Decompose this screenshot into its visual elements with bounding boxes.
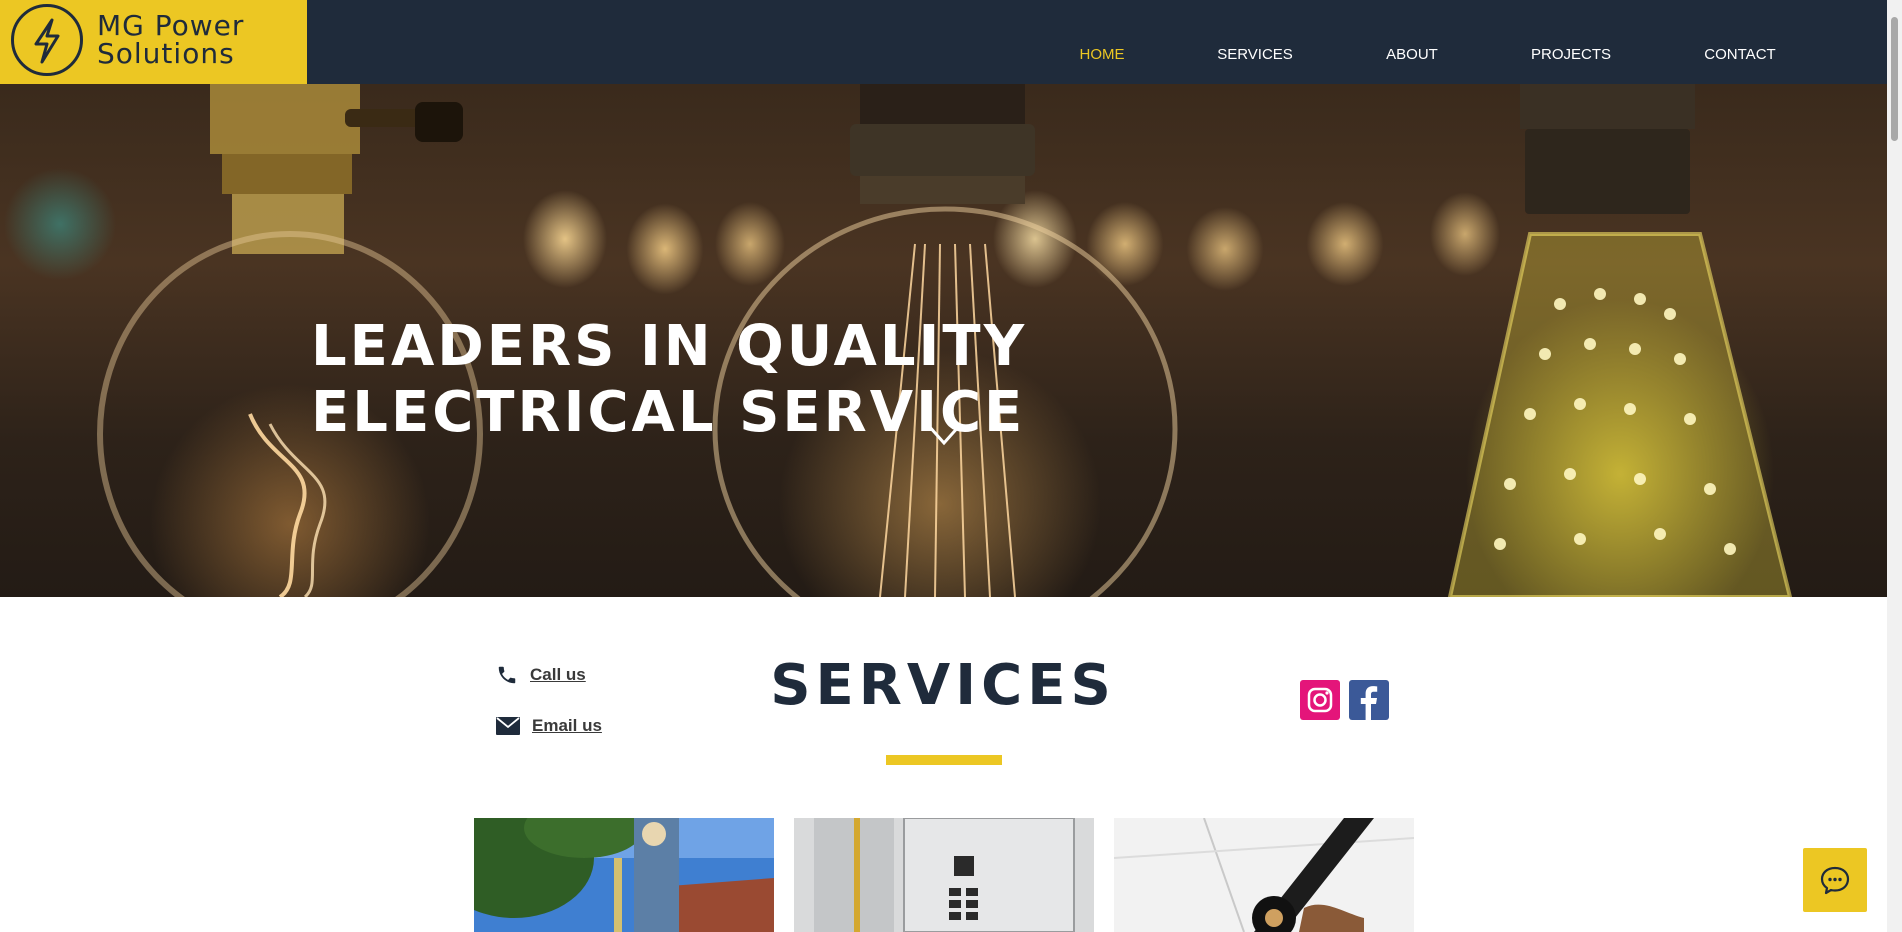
nav-projects[interactable]: PROJECTS: [1531, 46, 1611, 63]
nav-services[interactable]: SERVICES: [1217, 46, 1293, 63]
hero-title-line2: ELECTRICAL SERVICE: [311, 380, 1026, 445]
site-header: MG Power Solutions HOME SERVICES ABOUT P…: [0, 0, 1887, 84]
email-us-link[interactable]: Email us: [496, 716, 602, 736]
service-card-image[interactable]: [794, 818, 1094, 932]
brand-name: MG Power Solutions: [97, 12, 244, 68]
phone-icon: [498, 666, 516, 684]
services-title: SERVICES: [770, 653, 1116, 718]
scrollbar-thumb[interactable]: [1891, 17, 1898, 141]
hero-title-line1: LEADERS IN QUALITY: [311, 314, 1028, 379]
brand-name-line2: Solutions: [97, 37, 235, 70]
chat-icon: [1820, 866, 1850, 895]
page-scrollbar[interactable]: [1887, 0, 1902, 932]
chat-button[interactable]: [1803, 848, 1867, 912]
email-us-label[interactable]: Email us: [532, 716, 602, 736]
facebook-icon[interactable]: [1349, 680, 1389, 720]
call-us-label[interactable]: Call us: [530, 665, 586, 685]
chevron-down-icon[interactable]: [924, 419, 964, 449]
hero-title: LEADERS IN QUALITY ELECTRICAL SERVICE: [311, 314, 1027, 446]
hero-banner: LEADERS IN QUALITY ELECTRICAL SERVICE: [0, 84, 1887, 597]
lightning-bolt-icon: [11, 4, 83, 76]
logo[interactable]: MG Power Solutions: [0, 0, 307, 84]
nav-contact[interactable]: CONTACT: [1704, 46, 1775, 63]
call-us-link[interactable]: Call us: [496, 664, 586, 686]
service-card-image[interactable]: [1114, 818, 1414, 932]
nav-about[interactable]: ABOUT: [1386, 46, 1438, 63]
service-card-image[interactable]: [474, 818, 774, 932]
services-underline: [886, 755, 1002, 765]
instagram-icon[interactable]: [1300, 680, 1340, 720]
brand-name-line1: MG Power: [97, 9, 245, 42]
nav-home[interactable]: HOME: [1080, 46, 1125, 63]
mail-icon: [496, 717, 520, 735]
